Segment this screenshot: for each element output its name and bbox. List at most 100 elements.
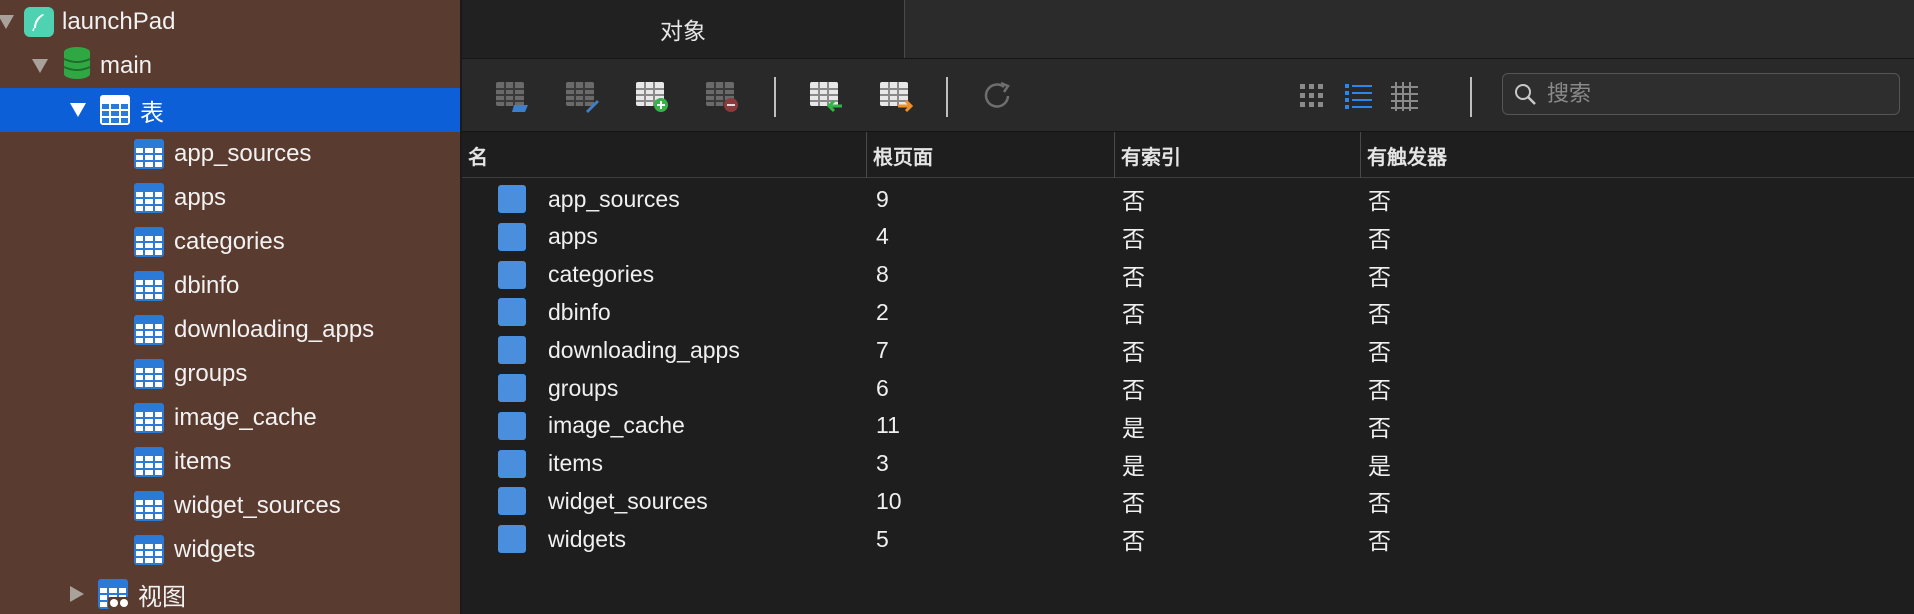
cell-name: dbinfo <box>548 298 611 325</box>
column-header-has-index[interactable]: 有索引 <box>1114 132 1360 178</box>
sidebar-table-label: items <box>174 448 232 475</box>
cell-root-page: 2 <box>876 298 889 325</box>
sidebar-table-item[interactable]: widget_sources <box>0 484 460 528</box>
disclosure-expanded-icon[interactable] <box>0 15 14 29</box>
sidebar-table-item[interactable]: items <box>0 440 460 484</box>
app-icon <box>24 7 54 37</box>
cell-has-index: 是 <box>1122 414 1145 441</box>
sidebar-table-label: widget_sources <box>174 492 341 519</box>
tables-group-label: 表 <box>140 99 164 127</box>
open-table-button[interactable] <box>494 79 530 113</box>
grid-view-icon[interactable] <box>1296 79 1332 113</box>
cell-name: image_cache <box>548 412 685 439</box>
sidebar-table-item[interactable]: groups <box>0 352 460 396</box>
table-icon <box>134 535 164 565</box>
search-input[interactable] <box>1545 80 1879 108</box>
cell-name: downloading_apps <box>548 336 740 363</box>
table-row[interactable]: downloading_apps 7 否 否 <box>462 331 1914 369</box>
table-icon <box>498 411 526 440</box>
tree-row-schema[interactable]: main <box>0 44 460 88</box>
cell-has-trigger: 否 <box>1368 263 1391 290</box>
cell-has-index: 否 <box>1122 377 1145 403</box>
column-header-name[interactable]: 名 <box>462 132 866 178</box>
table-icon <box>134 359 164 389</box>
cell-name: groups <box>548 374 619 401</box>
cell-has-trigger: 是 <box>1368 452 1391 479</box>
cell-has-trigger: 否 <box>1368 188 1391 214</box>
column-header-root-page[interactable]: 根页面 <box>866 132 1114 178</box>
cell-has-index: 否 <box>1122 339 1145 366</box>
toolbar-separator <box>946 77 948 117</box>
cell-has-trigger: 否 <box>1368 490 1391 517</box>
sidebar-table-item[interactable]: apps <box>0 176 460 220</box>
sidebar-table-label: widgets <box>174 536 256 563</box>
table-icon <box>134 271 164 301</box>
sidebar-table-item[interactable]: widgets <box>0 528 460 572</box>
tree-row-database[interactable]: launchPad <box>0 0 460 44</box>
cell-root-page: 7 <box>876 336 889 363</box>
sidebar-table-item[interactable]: categories <box>0 220 460 264</box>
tree-row-views[interactable]: 视图 <box>0 572 460 614</box>
export-wizard-button[interactable] <box>878 79 914 113</box>
table-icon <box>134 183 164 213</box>
cell-has-index: 是 <box>1122 452 1145 479</box>
table-row[interactable]: widgets 5 否 否 <box>462 520 1914 558</box>
new-table-button[interactable] <box>634 79 670 113</box>
disclosure-collapsed-icon[interactable] <box>70 586 84 602</box>
cell-name: apps <box>548 223 598 250</box>
sidebar-table-label: downloading_apps <box>174 316 375 343</box>
table-row[interactable]: items 3 是 是 <box>462 445 1914 483</box>
tab-bar: 对象 <box>462 0 1914 58</box>
cell-root-page: 6 <box>876 374 889 401</box>
schema-label: main <box>100 52 153 79</box>
detail-view-icon[interactable] <box>1388 79 1424 113</box>
cell-root-page: 10 <box>876 487 902 514</box>
search-field[interactable] <box>1502 73 1900 115</box>
sidebar-table-item[interactable]: app_sources <box>0 132 460 176</box>
table-row[interactable]: groups 6 否 否 <box>462 369 1914 407</box>
database-icon <box>62 46 92 87</box>
refresh-button[interactable] <box>980 79 1016 113</box>
toolbar-separator <box>774 77 776 117</box>
toolbar <box>462 58 1914 132</box>
import-wizard-button[interactable] <box>808 79 844 113</box>
sidebar-table-item[interactable]: downloading_apps <box>0 308 460 352</box>
views-group-label: 视图 <box>138 583 186 611</box>
search-icon <box>1515 84 1536 105</box>
cell-has-trigger: 否 <box>1368 528 1391 555</box>
disclosure-expanded-icon[interactable] <box>32 59 48 73</box>
table-row[interactable]: app_sources 9 否 否 <box>462 180 1914 218</box>
list-view-icon[interactable] <box>1342 79 1378 113</box>
delete-table-button[interactable] <box>704 79 740 113</box>
cell-has-trigger: 否 <box>1368 225 1391 252</box>
cell-root-page: 4 <box>876 223 889 250</box>
database-label: launchPad <box>62 8 176 35</box>
cell-root-page: 8 <box>876 261 889 288</box>
sidebar-table-item[interactable]: image_cache <box>0 396 460 440</box>
cell-name: items <box>548 450 603 477</box>
sidebar-table-label: categories <box>174 228 285 255</box>
sidebar-table-item[interactable]: dbinfo <box>0 264 460 308</box>
tree-row-tables[interactable]: 表 <box>0 88 460 132</box>
table-row[interactable]: image_cache 11 是 否 <box>462 407 1914 445</box>
cell-has-index: 否 <box>1122 301 1145 328</box>
table-row[interactable]: widget_sources 10 否 否 <box>462 482 1914 520</box>
table-icon <box>498 525 526 554</box>
sidebar-table-label: groups <box>174 360 248 387</box>
table-icon <box>134 403 164 433</box>
table-header: 名 根页面 有索引 有触发器 <box>462 132 1914 178</box>
main-panel: 对象 搜索 名 根页面 有索引 有触发器 app_sources 9 否 否 a… <box>462 0 1914 614</box>
table-row[interactable]: apps 4 否 否 <box>462 218 1914 256</box>
table-row[interactable]: categories 8 否 否 <box>462 256 1914 294</box>
cell-root-page: 5 <box>876 525 889 552</box>
tab-objects[interactable]: 对象 <box>462 0 905 58</box>
cell-name: categories <box>548 261 655 288</box>
table-icon <box>498 336 526 365</box>
table-icon <box>498 487 526 516</box>
disclosure-expanded-icon[interactable] <box>70 103 86 117</box>
column-header-has-trigger[interactable]: 有触发器 <box>1360 132 1660 178</box>
table-row[interactable]: dbinfo 2 否 否 <box>462 293 1914 331</box>
design-table-button[interactable] <box>564 79 600 113</box>
table-icon <box>498 298 526 327</box>
sidebar-table-label: dbinfo <box>174 272 240 299</box>
